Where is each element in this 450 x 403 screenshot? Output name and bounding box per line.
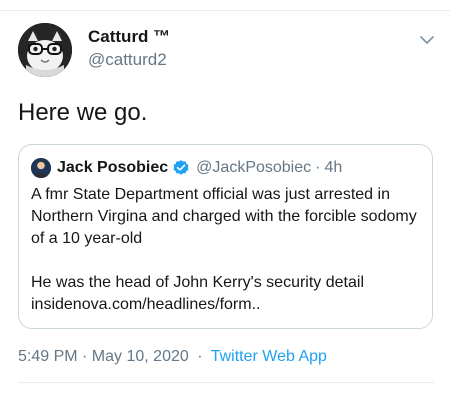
tweet-text: Here we go. <box>18 99 148 126</box>
footer-separator: · <box>197 348 203 365</box>
quoted-tweet[interactable]: Jack Posobiec @JackPosobiec · 4h A fmr S… <box>18 144 433 329</box>
cat-with-glasses-avatar-icon <box>18 23 72 77</box>
author-display-name[interactable]: Catturd ™ <box>88 27 170 47</box>
quoted-tweet-body: A fmr State Department official was just… <box>31 184 423 316</box>
tweet-timestamp[interactable]: 5:49 PM · May 10, 2020 <box>18 348 189 365</box>
quoted-author-avatar[interactable] <box>31 158 51 178</box>
tweet-footer: 5:49 PM · May 10, 2020 · Twitter Web App <box>18 348 327 366</box>
top-divider <box>0 10 450 11</box>
avatar[interactable] <box>18 23 72 77</box>
person-avatar-icon <box>31 158 51 178</box>
quoted-author-display-name[interactable]: Jack Posobiec <box>57 159 168 177</box>
tweet-card: Catturd ™ @catturd2 Here we go. Jack Pos… <box>0 0 450 403</box>
tweet-header: Catturd ™ @catturd2 <box>18 23 438 79</box>
quoted-paragraph: He was the head of John Kerry's security… <box>31 274 364 313</box>
bottom-divider <box>18 382 434 383</box>
quoted-paragraph: A fmr State Department official was just… <box>31 186 417 247</box>
quoted-separator: · <box>315 159 321 176</box>
quoted-timestamp[interactable]: 4h <box>324 159 342 177</box>
source-app-link[interactable]: Twitter Web App <box>211 348 327 365</box>
verified-badge-icon <box>173 160 189 175</box>
author-meta: Catturd ™ @catturd2 <box>88 27 388 71</box>
chevron-down-icon <box>420 36 434 44</box>
quoted-author-handle[interactable]: @JackPosobiec <box>196 159 311 177</box>
author-handle[interactable]: @catturd2 <box>88 49 388 71</box>
quoted-tweet-header: Jack Posobiec @JackPosobiec · 4h <box>31 157 421 179</box>
tweet-menu-button[interactable] <box>418 31 436 49</box>
